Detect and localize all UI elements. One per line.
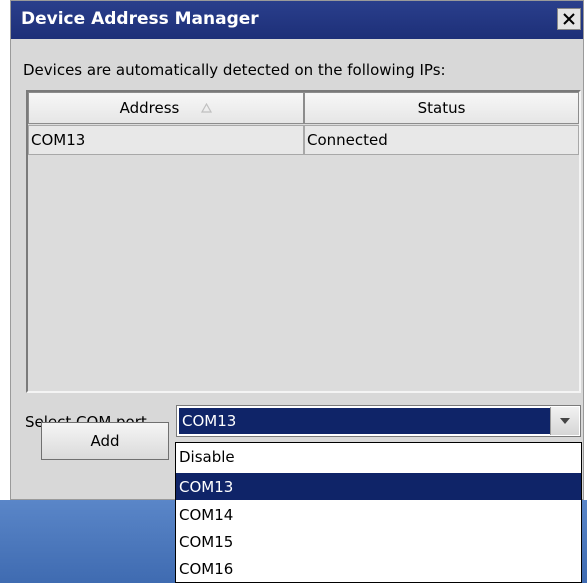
intro-text: Devices are automatically detected on th…: [23, 61, 446, 79]
sort-ascending-icon: [201, 99, 213, 117]
dropdown-option-com13[interactable]: COM13: [176, 473, 581, 500]
table-header: Address Status: [28, 92, 579, 124]
add-button-label: Add: [90, 432, 120, 450]
table-row[interactable]: COM13 Connected: [28, 125, 579, 155]
close-button[interactable]: [557, 8, 581, 30]
dropdown-arrow-button[interactable]: [550, 407, 579, 435]
dropdown-option-com16[interactable]: COM16: [176, 555, 581, 582]
dropdown-option-com15[interactable]: COM15: [176, 528, 581, 555]
close-icon: [563, 13, 575, 25]
column-header-label: Address: [119, 99, 180, 117]
com-port-options-list: Disable COM13 COM14 COM15 COM16: [175, 442, 582, 583]
dropdown-option-com14[interactable]: COM14: [176, 501, 581, 528]
cell-status: Connected: [304, 125, 579, 155]
cell-address: COM13: [28, 125, 304, 155]
column-header-label: Status: [417, 99, 466, 117]
title-bar[interactable]: Device Address Manager: [11, 1, 583, 39]
column-header-status[interactable]: Status: [304, 92, 579, 124]
add-button[interactable]: Add: [41, 422, 169, 460]
chevron-down-icon: [560, 418, 570, 424]
com-port-select[interactable]: COM13: [176, 405, 581, 437]
com-port-selected-value: COM13: [179, 408, 551, 434]
device-table: Address Status COM13 Connected: [26, 90, 581, 393]
column-header-address[interactable]: Address: [28, 92, 304, 124]
dropdown-option-disable[interactable]: Disable: [176, 443, 581, 470]
window-title: Device Address Manager: [21, 9, 259, 29]
